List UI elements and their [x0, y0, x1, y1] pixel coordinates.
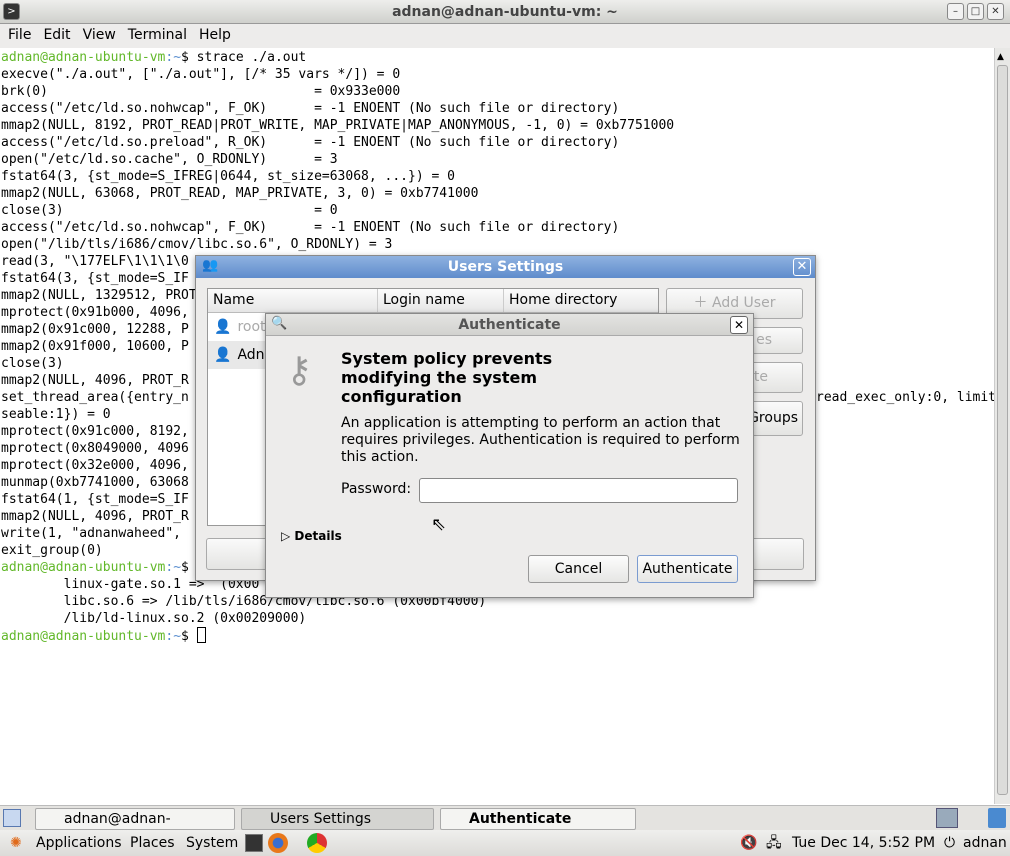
- task-authenticate[interactable]: Authenticate: [440, 808, 636, 830]
- chrome-icon[interactable]: [307, 833, 327, 853]
- terminal-line: adnan@adnan-ubuntu-vm:~$: [1, 627, 994, 645]
- volume-muted-icon[interactable]: 🔇: [740, 830, 757, 856]
- terminal-line: access("/etc/ld.so.preload", R_OK) = -1 …: [1, 135, 620, 150]
- terminal-line: fstat64(3, {st_mode=S_IFREG|0644, st_siz…: [1, 169, 455, 184]
- terminal-cursor: [196, 627, 206, 643]
- column-name[interactable]: Name: [208, 289, 378, 312]
- task-terminal[interactable]: adnan@adnan-ubuntu-...: [35, 808, 235, 847]
- prompt-user: adnan@adnan-ubuntu-vm: [1, 50, 166, 65]
- key-icon: 🔍: [271, 316, 288, 331]
- terminal-line: close(3) = 0: [1, 203, 338, 218]
- terminal-launcher-icon[interactable]: [245, 834, 263, 852]
- menubar: File Edit View Terminal Help: [0, 24, 1010, 48]
- password-label: Password:: [341, 481, 412, 497]
- auth-close-icon[interactable]: ✕: [730, 316, 748, 334]
- menu-places[interactable]: Places: [130, 830, 175, 856]
- menu-applications[interactable]: Applications: [36, 830, 122, 856]
- taskbar: adnan@adnan-ubuntu-... Users Settings Au…: [0, 805, 1010, 847]
- users-icon: 👥: [202, 258, 219, 273]
- window-titlebar: adnan@adnan-ubuntu-vm: ~: [0, 0, 1010, 24]
- terminal-line: mmap2(NULL, 8192, PROT_READ|PROT_WRITE, …: [1, 118, 675, 133]
- user-menu[interactable]: adnan: [963, 830, 1007, 856]
- scroll-thumb[interactable]: [997, 65, 1008, 795]
- users-settings-titlebar: Users Settings: [196, 256, 815, 278]
- password-input[interactable]: [419, 478, 738, 503]
- terminal-line: brk(0) = 0x933e000: [1, 84, 401, 99]
- minimize-button[interactable]: –: [947, 3, 964, 20]
- auth-message: An application is attempting to perform …: [341, 415, 740, 465]
- terminal-line: /lib/ld-linux.so.2 (0x00209000): [1, 611, 307, 626]
- terminal-icon: >: [3, 3, 20, 20]
- users-close-icon[interactable]: ✕: [793, 258, 811, 276]
- prompt-path: :~: [165, 629, 182, 644]
- menu-view[interactable]: View: [77, 24, 122, 48]
- scroll-up-icon[interactable]: ▲: [997, 52, 1004, 62]
- workspace-switcher-icon[interactable]: [936, 808, 958, 828]
- terminal-scrollbar[interactable]: ▲: [994, 48, 1010, 804]
- network-icon[interactable]: 🖧: [766, 830, 782, 856]
- task-label: Authenticate: [469, 811, 572, 827]
- details-label: Details: [294, 529, 342, 543]
- column-login[interactable]: Login name: [378, 289, 504, 312]
- user-avatar-icon: 👤: [214, 347, 232, 363]
- prompt-user: adnan@adnan-ubuntu-vm: [1, 560, 166, 575]
- user-avatar-icon: 👤: [214, 319, 232, 335]
- cancel-button[interactable]: Cancel: [528, 555, 629, 583]
- terminal-line: open("/lib/tls/i686/cmov/libc.so.6", O_R…: [1, 237, 393, 252]
- authenticate-dialog: Authenticate 🔍 ✕ ⚷ System policy prevent…: [265, 313, 754, 598]
- terminal-line: access("/etc/ld.so.nohwcap", F_OK) = -1 …: [1, 220, 620, 235]
- show-desktop-icon[interactable]: [3, 809, 21, 827]
- authenticate-titlebar: Authenticate: [266, 314, 753, 336]
- mouse-cursor-icon: ⇖: [431, 514, 447, 535]
- maximize-button[interactable]: □: [967, 3, 984, 20]
- window-title: adnan@adnan-ubuntu-vm: ~: [392, 4, 618, 20]
- terminal-line: mmap2(NULL, 63068, PROT_READ, MAP_PRIVAT…: [1, 186, 479, 201]
- authenticate-button[interactable]: Authenticate: [637, 555, 738, 583]
- close-button[interactable]: ✕: [987, 3, 1004, 20]
- prompt-path: :~: [165, 560, 182, 575]
- ubuntu-logo-icon: ✺: [10, 835, 22, 851]
- terminal-line-tail: read_exec_only:0, limit: [816, 390, 997, 405]
- menu-edit[interactable]: Edit: [37, 24, 76, 48]
- groups-label: Groups: [748, 410, 798, 426]
- terminal-line: execve("./a.out", ["./a.out"], [/* 35 va…: [1, 67, 401, 82]
- user-name: root: [237, 319, 266, 335]
- authenticate-title: Authenticate: [458, 317, 561, 333]
- auth-heading: System policy prevents modifying the sys…: [341, 349, 553, 406]
- trash-icon[interactable]: [988, 808, 1006, 828]
- terminal-line: adnan@adnan-ubuntu-vm:~$ strace ./a.out: [1, 50, 307, 65]
- top-panel: ✺ Applications Places System 🔇 🖧 Tue Dec…: [0, 830, 1010, 856]
- menu-system[interactable]: System: [186, 830, 238, 856]
- menu-file[interactable]: File: [2, 24, 37, 48]
- menu-terminal[interactable]: Terminal: [122, 24, 193, 48]
- firefox-icon[interactable]: [268, 833, 288, 853]
- prompt-user: adnan@adnan-ubuntu-vm: [1, 629, 166, 644]
- power-icon[interactable]: ⏻: [944, 830, 955, 856]
- task-users-settings[interactable]: Users Settings: [241, 808, 434, 830]
- task-label: Users Settings: [270, 811, 372, 827]
- column-home[interactable]: Home directory: [504, 289, 658, 312]
- terminal-line: open("/etc/ld.so.cache", O_RDONLY) = 3: [1, 152, 338, 167]
- keys-icon: ⚷: [286, 350, 313, 391]
- prompt-path: :~: [165, 50, 182, 65]
- properties-label: es: [756, 332, 772, 348]
- details-expander[interactable]: ▷ Details: [281, 529, 342, 543]
- menu-help[interactable]: Help: [193, 24, 237, 48]
- terminal-line: access("/etc/ld.so.nohwcap", F_OK) = -1 …: [1, 101, 620, 116]
- clock[interactable]: Tue Dec 14, 5:52 PM: [792, 830, 935, 856]
- delete-label: te: [753, 369, 768, 385]
- add-user-label: Add User: [711, 295, 776, 311]
- users-settings-title: Users Settings: [447, 259, 564, 275]
